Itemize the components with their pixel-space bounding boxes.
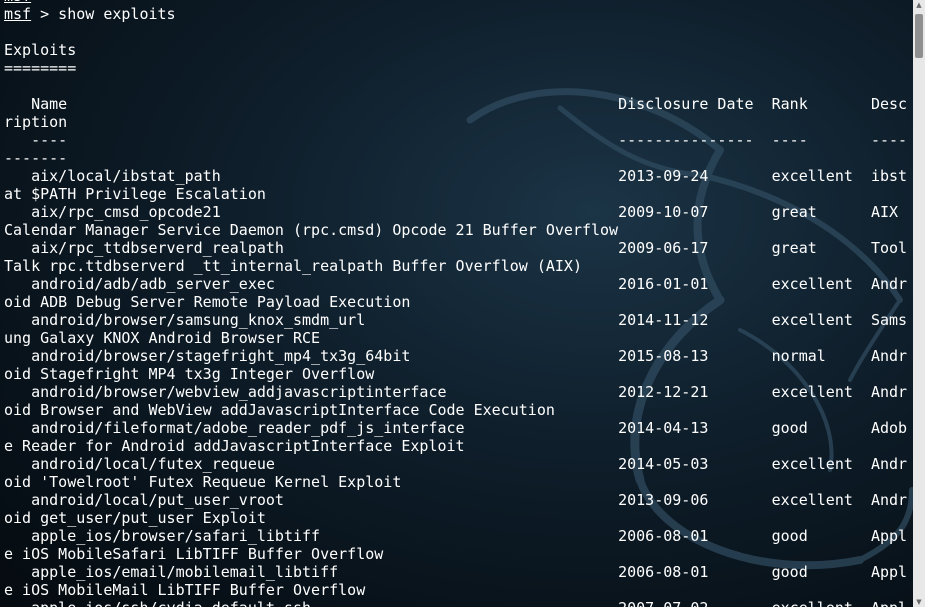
terminal-line: at $PATH Privilege Escalation [4, 185, 907, 203]
line-text: oid get_user/put_user Exploit [4, 509, 266, 527]
terminal-line: oid get_user/put_user Exploit [4, 509, 907, 527]
scroll-up-icon[interactable]: ▲ [913, 0, 925, 10]
line-text: ======== [4, 59, 77, 77]
terminal-line: Calendar Manager Service Daemon (rpc.cms… [4, 221, 907, 239]
terminal-line: aix/rpc_cmsd_opcode21 2009-10-07 great A… [4, 203, 907, 221]
terminal-line: ---- --------------- ---- ---- [4, 131, 907, 149]
prompt-label: msf [4, 5, 32, 23]
line-text: at $PATH Privilege Escalation [4, 185, 266, 203]
terminal-line: aix/rpc_ttdbserverd_realpath 2009-06-17 … [4, 239, 907, 257]
line-text: android/adb/adb_server_exec 2016-01-01 e… [4, 275, 908, 293]
line-text: Exploits [4, 41, 77, 59]
line-text: android/browser/samsung_knox_smdm_url 20… [4, 311, 908, 329]
line-text: e Reader for Android addJavascriptInterf… [4, 437, 465, 455]
line-text: apple_ios/email/mobilemail_libtiff 2006-… [4, 563, 908, 581]
line-text: e iOS MobileMail LibTIFF Buffer Overflow [4, 581, 366, 599]
terminal-line: e Reader for Android addJavascriptInterf… [4, 437, 907, 455]
terminal-line: e iOS MobileMail LibTIFF Buffer Overflow [4, 581, 907, 599]
line-text: Name Disclosure Date Rank Desc [4, 95, 908, 113]
terminal-window[interactable]: msfmsf > show exploits Exploits======== N… [0, 0, 913, 607]
line-text: Calendar Manager Service Daemon (rpc.cms… [4, 221, 619, 239]
line-text: apple_ios/ssh/cydia_default_ssh 2007-07-… [4, 599, 907, 607]
terminal-line: Name Disclosure Date Rank Desc [4, 95, 907, 113]
terminal-line: ======== [4, 59, 907, 77]
line-text: oid 'Towelroot' Futex Requeue Kernel Exp… [4, 473, 402, 491]
line-text: > show exploits [31, 5, 176, 23]
line-text: ription [4, 113, 68, 131]
line-text: ---- --------------- ---- ---- [4, 131, 908, 149]
terminal-line: android/local/put_user_vroot 2013-09-06 … [4, 491, 907, 509]
terminal-line: ription [4, 113, 907, 131]
terminal-line: apple_ios/email/mobilemail_libtiff 2006-… [4, 563, 907, 581]
terminal-line: ------- [4, 149, 907, 167]
terminal-line: aix/local/ibstat_path 2013-09-24 excelle… [4, 167, 907, 185]
line-text: aix/rpc_cmsd_opcode21 2009-10-07 great A… [4, 203, 908, 221]
line-text: android/fileformat/adobe_reader_pdf_js_i… [4, 419, 908, 437]
terminal-line: e iOS MobileSafari LibTIFF Buffer Overfl… [4, 545, 907, 563]
line-text: ------- [4, 149, 68, 167]
terminal-line: Exploits [4, 41, 907, 59]
line-text: android/local/futex_requeue 2014-05-03 e… [4, 455, 908, 473]
scroll-down-icon[interactable]: ▼ [913, 597, 925, 607]
terminal-line: apple_ios/browser/safari_libtiff 2006-08… [4, 527, 907, 545]
line-text: oid ADB Debug Server Remote Payload Exec… [4, 293, 411, 311]
terminal-output: msfmsf > show exploits Exploits======== N… [4, 0, 907, 607]
terminal-line: oid 'Towelroot' Futex Requeue Kernel Exp… [4, 473, 907, 491]
terminal-line: android/browser/stagefright_mp4_tx3g_64b… [4, 347, 907, 365]
line-text: android/local/put_user_vroot 2013-09-06 … [4, 491, 908, 509]
terminal-line: ung Galaxy KNOX Android Browser RCE [4, 329, 907, 347]
vertical-scrollbar[interactable]: ▲ ▼ [913, 0, 925, 607]
line-text: aix/local/ibstat_path 2013-09-24 excelle… [4, 167, 908, 185]
terminal-line: oid ADB Debug Server Remote Payload Exec… [4, 293, 907, 311]
terminal-line: android/browser/webview_addjavascriptint… [4, 383, 907, 401]
terminal-line: android/fileformat/adobe_reader_pdf_js_i… [4, 419, 907, 437]
terminal-line: apple_ios/ssh/cydia_default_ssh 2007-07-… [4, 599, 907, 607]
line-text: e iOS MobileSafari LibTIFF Buffer Overfl… [4, 545, 384, 563]
line-text: oid Stagefright MP4 tx3g Integer Overflo… [4, 365, 375, 383]
scroll-thumb[interactable] [915, 14, 923, 58]
terminal-line: Talk rpc.ttdbserverd _tt_internal_realpa… [4, 257, 907, 275]
terminal-line: msf > show exploits [4, 5, 907, 23]
line-text: aix/rpc_ttdbserverd_realpath 2009-06-17 … [4, 239, 908, 257]
terminal-line: oid Stagefright MP4 tx3g Integer Overflo… [4, 365, 907, 383]
terminal-line: android/adb/adb_server_exec 2016-01-01 e… [4, 275, 907, 293]
terminal-line: oid Browser and WebView addJavascriptInt… [4, 401, 907, 419]
line-text: apple_ios/browser/safari_libtiff 2006-08… [4, 527, 908, 545]
line-text: oid Browser and WebView addJavascriptInt… [4, 401, 555, 419]
line-text: android/browser/stagefright_mp4_tx3g_64b… [4, 347, 908, 365]
terminal-line: android/local/futex_requeue 2014-05-03 e… [4, 455, 907, 473]
line-text: ung Galaxy KNOX Android Browser RCE [4, 329, 321, 347]
line-text: android/browser/webview_addjavascriptint… [4, 383, 908, 401]
terminal-line: android/browser/samsung_knox_smdm_url 20… [4, 311, 907, 329]
line-text: Talk rpc.ttdbserverd _tt_internal_realpa… [4, 257, 582, 275]
